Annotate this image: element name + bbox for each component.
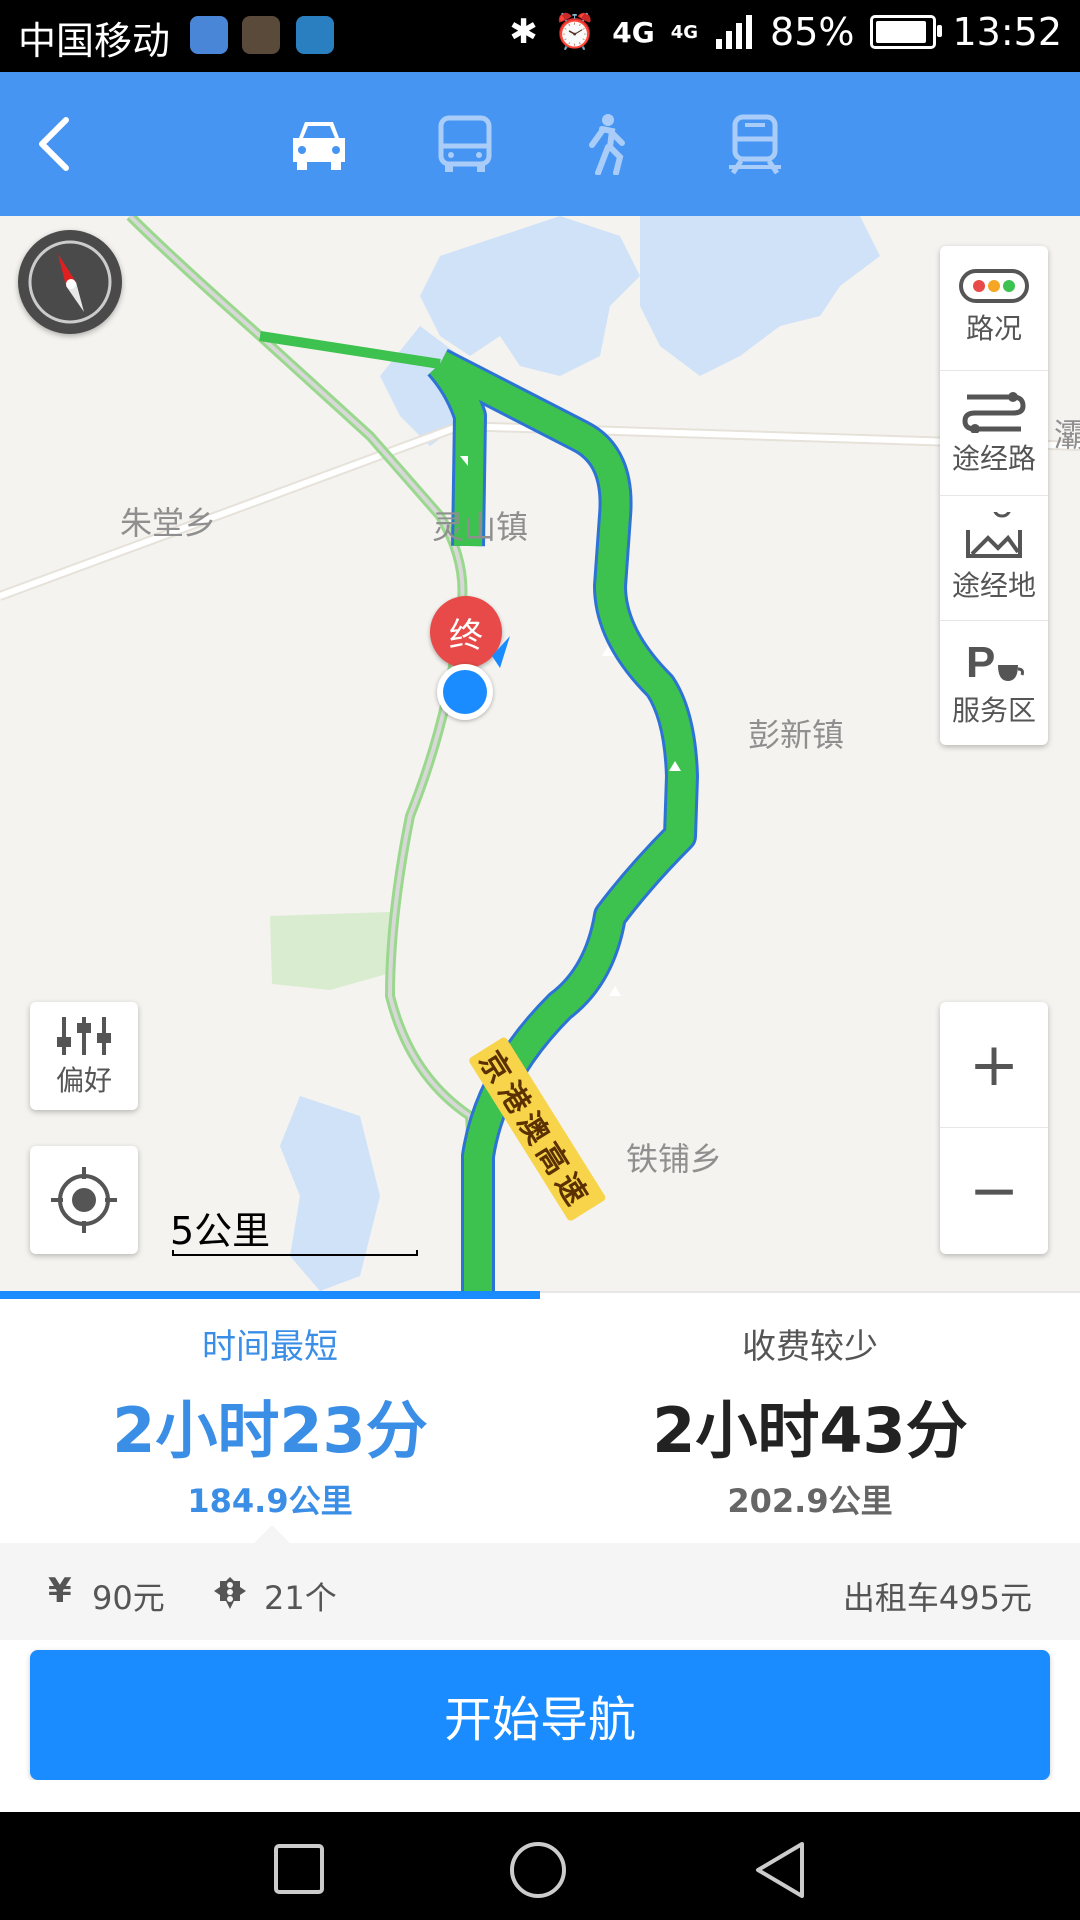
mode-bus-tab[interactable]	[410, 72, 520, 216]
start-navigation-button[interactable]: 开始导航	[30, 1650, 1050, 1780]
via-road-label: 途经路	[951, 442, 1036, 475]
back-nav-icon[interactable]	[752, 1840, 808, 1900]
bottom-spacer	[0, 1780, 1080, 1812]
home-icon[interactable]	[508, 1840, 568, 1900]
selection-pointer	[254, 1525, 290, 1543]
bus-icon	[438, 115, 492, 172]
preference-label: 偏好	[55, 1064, 112, 1097]
reservoir-shape	[640, 216, 880, 376]
route-option-less-toll[interactable]: 收费较少 2小时43分 202.9公里	[540, 1291, 1080, 1543]
map-pin-icon	[966, 512, 1022, 558]
back-arrow-icon	[39, 117, 69, 171]
scale-label: 5公里	[170, 1209, 271, 1253]
health-app-icon	[242, 16, 280, 54]
route-options: 时间最短 2小时23分 184.9公里 收费较少 2小时43分 202.9公里	[0, 1291, 1080, 1543]
preference-button[interactable]: 偏好	[30, 1002, 138, 1110]
traffic-light-count: 21个	[264, 1579, 337, 1617]
park-shape	[270, 912, 394, 990]
current-location-dot	[437, 664, 493, 720]
battery-percent: 85%	[770, 10, 855, 54]
signal-icon	[716, 15, 753, 49]
clock: 13:52	[952, 10, 1062, 54]
recents-icon[interactable]	[272, 1842, 326, 1896]
place-label-lingshan: 灵山镇	[432, 508, 529, 546]
traffic-button[interactable]: 路况	[940, 246, 1048, 371]
zoom-out-button[interactable]: −	[940, 1128, 1048, 1253]
alarm-icon: ⏰	[553, 12, 597, 52]
network-4g: 4G	[612, 15, 655, 49]
route-distance: 184.9公里	[187, 1482, 353, 1520]
route-label: 时间最短	[202, 1327, 338, 1367]
route-option-fastest[interactable]: 时间最短 2小时23分 184.9公里	[0, 1291, 540, 1543]
svg-text:P: P	[966, 638, 995, 685]
compass-button[interactable]	[18, 230, 122, 334]
mode-walk-tab[interactable]	[550, 72, 660, 216]
sim-app-icon	[296, 16, 334, 54]
service-area-button[interactable]: P 服务区	[940, 621, 1048, 745]
route-via-icon	[962, 392, 1026, 433]
mode-car-tab[interactable]	[264, 72, 374, 216]
yuan-icon: ¥	[48, 1571, 72, 1611]
mode-train-tab[interactable]	[700, 72, 810, 216]
via-place-button[interactable]: 途经地	[940, 496, 1048, 621]
carrier-name: 中国移动	[18, 19, 171, 63]
service-area-icon: P	[966, 638, 1024, 685]
place-label-pengxin: 彭新镇	[748, 716, 845, 754]
route-time: 2小时43分	[652, 1394, 968, 1467]
location-app-icon	[190, 16, 228, 54]
walk-icon	[589, 114, 625, 175]
map-side-controls: 路况 途经路 途经地 P 服务区	[940, 246, 1048, 745]
zoom-controls: + −	[940, 1002, 1048, 1254]
compass-icon	[28, 240, 112, 324]
route-time: 2小时23分	[112, 1394, 428, 1467]
status-right: ✱ ⏰ 4G 4G 85% 13:52	[509, 10, 1062, 54]
route-info-bar: ¥ 90元 21个 出租车495元	[0, 1543, 1080, 1640]
status-bar: 中国移动 ✱ ⏰ 4G 4G 85% 13:52	[0, 0, 1080, 72]
toll-cost: 90元	[92, 1579, 165, 1617]
taxi-cost: 出租车495元	[842, 1579, 1032, 1617]
battery-icon	[870, 15, 943, 49]
train-icon	[729, 114, 781, 175]
traffic-light-count-icon	[214, 1577, 246, 1609]
lake-south-shape	[280, 1096, 380, 1291]
network-4g-signal: 4G	[670, 21, 699, 43]
locate-icon	[51, 1167, 117, 1233]
place-label-tiepu: 铁铺乡	[626, 1140, 723, 1178]
bluetooth-icon: ✱	[509, 12, 538, 52]
place-label-zhutang: 朱堂乡	[120, 504, 217, 542]
service-area-label: 服务区	[951, 694, 1036, 727]
via-place-label: 途经地	[951, 569, 1036, 602]
car-icon	[293, 122, 345, 170]
route-distance: 202.9公里	[727, 1482, 893, 1520]
scale-bar	[172, 1250, 418, 1256]
transport-mode-bar	[0, 72, 1080, 216]
place-label-edge: 灞	[1054, 416, 1080, 454]
back-button[interactable]	[4, 72, 104, 216]
map-view[interactable]: 京港澳高速 朱堂乡 灵山镇 彭新镇 铁铺乡 灞 终 路况 途经路 途经地 P 服…	[0, 216, 1080, 1291]
traffic-light-icon	[959, 269, 1029, 303]
traffic-label: 路况	[965, 312, 1022, 345]
zoom-in-button[interactable]: +	[940, 1002, 1048, 1128]
system-nav-bar	[0, 1812, 1080, 1920]
locate-button[interactable]	[30, 1146, 138, 1254]
heading-arrow-icon	[492, 636, 510, 668]
route-label: 收费较少	[742, 1327, 878, 1367]
via-road-button[interactable]: 途经路	[940, 371, 1048, 496]
sliders-icon	[57, 1017, 111, 1055]
